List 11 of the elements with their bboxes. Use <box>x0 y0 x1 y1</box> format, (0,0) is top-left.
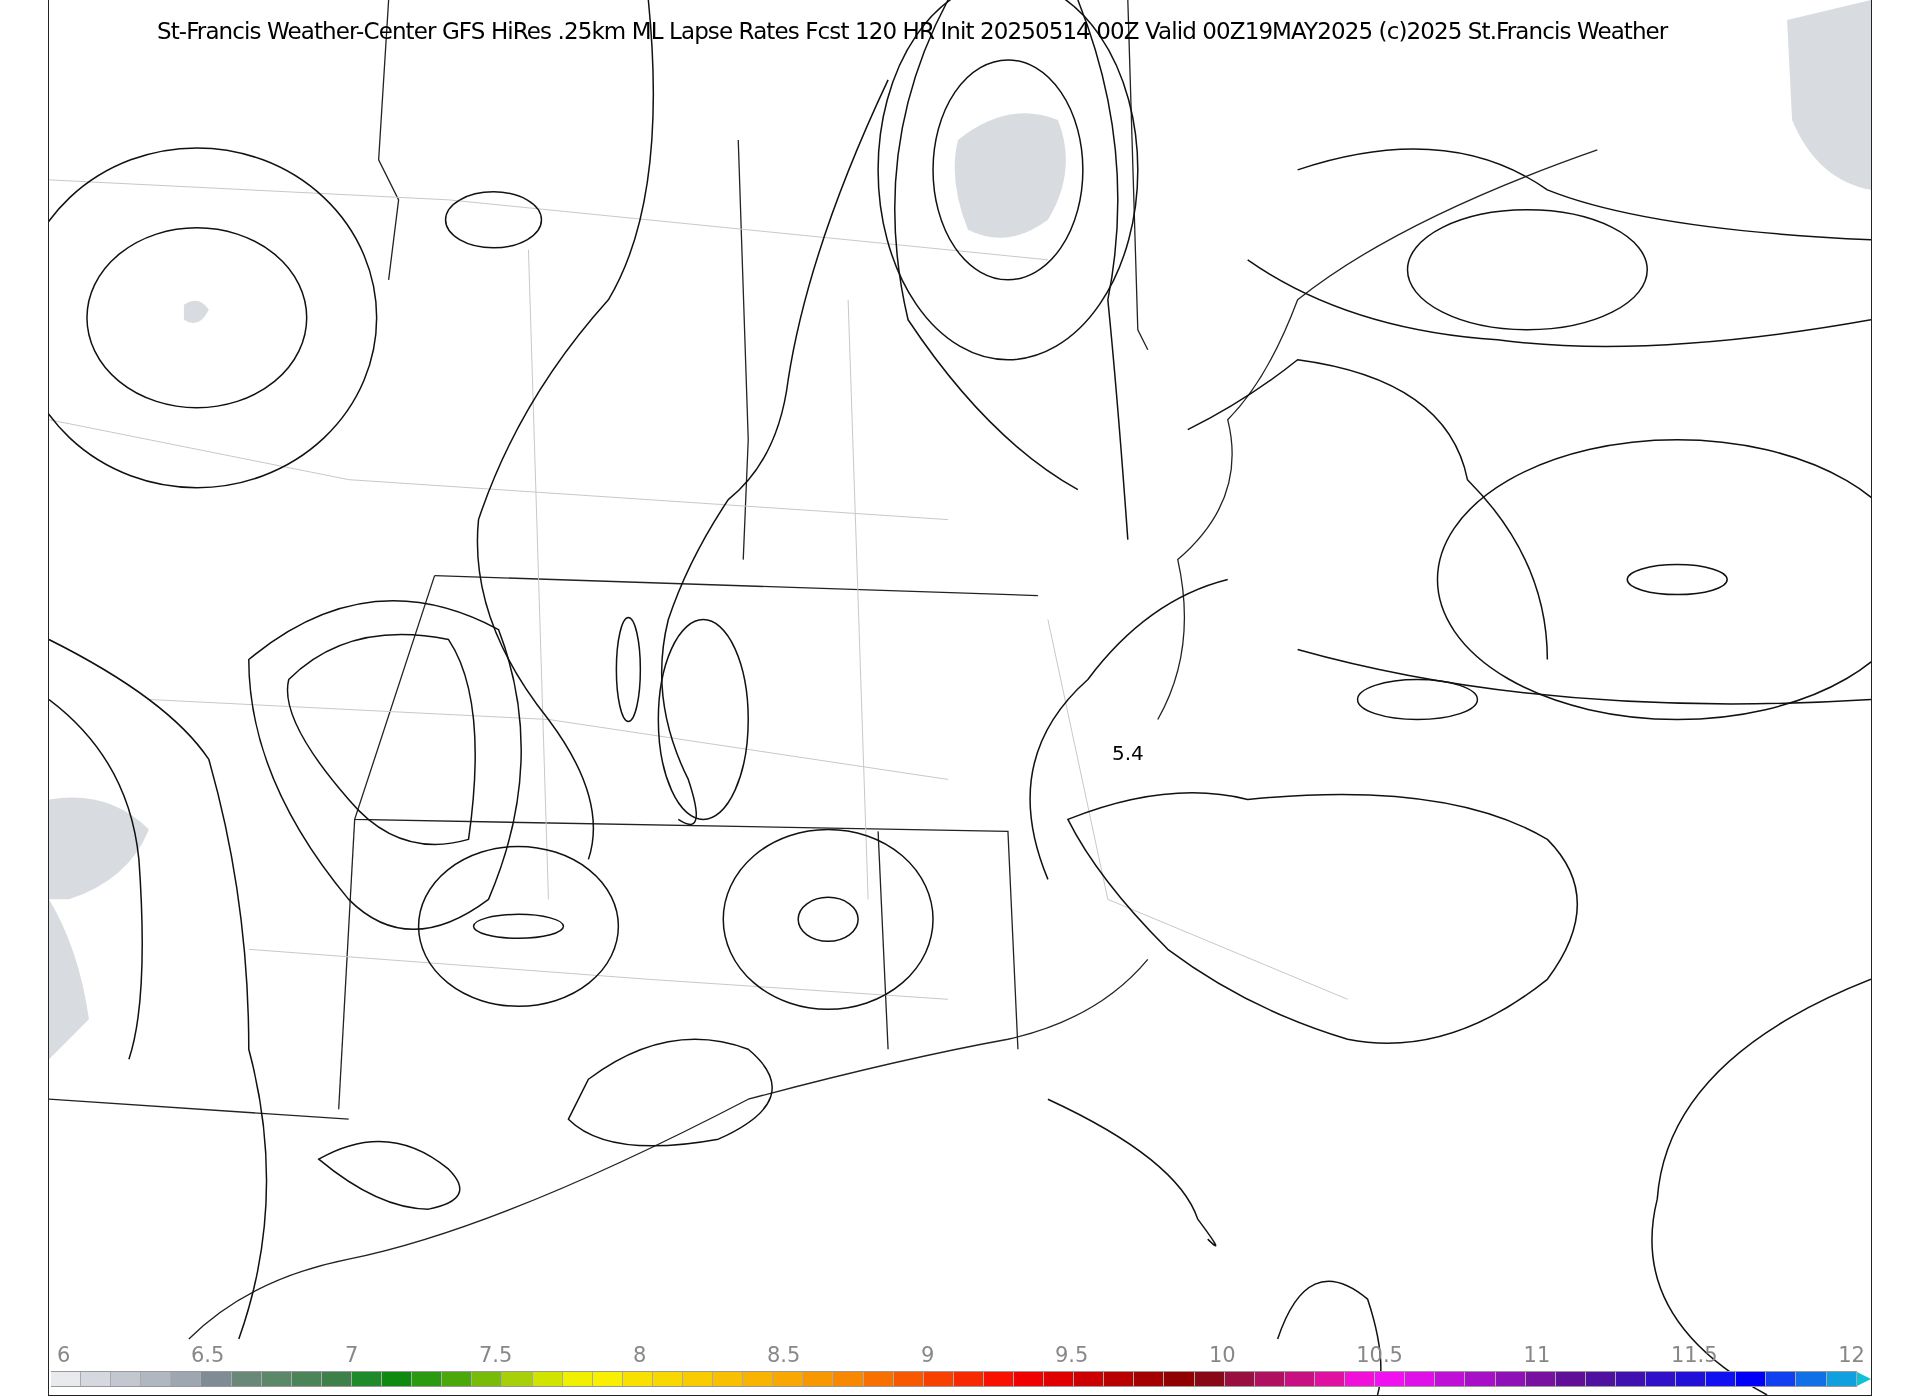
scale-tick-label: 7 <box>344 1343 359 1367</box>
scale-tick-label: 6.5 <box>190 1343 225 1367</box>
scale-tick-label: 10 <box>1208 1343 1236 1367</box>
scale-tick-label: 9 <box>920 1343 935 1367</box>
scale-tick-label: 12 <box>1838 1343 1865 1367</box>
scale-tick-label: 8 <box>632 1343 647 1367</box>
scale-tick-label: 11 <box>1523 1343 1551 1367</box>
scale-tick-label: 9.5 <box>1054 1343 1089 1367</box>
scale-tick-label: 7.5 <box>478 1343 513 1367</box>
scale-tick-label: 6 <box>57 1343 71 1367</box>
scale-tick-label: 8.5 <box>766 1343 801 1367</box>
